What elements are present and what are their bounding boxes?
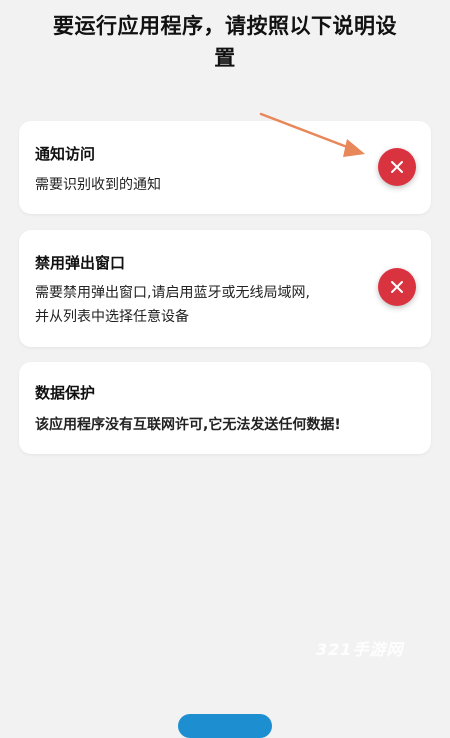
notification-access-toggle-button[interactable] (378, 148, 416, 186)
card-description: 需要识别收到的通知 (35, 177, 161, 193)
card-description: 该应用程序没有互联网许可,它无法发送任何数据! (35, 417, 341, 433)
page-title: 要运行应用程序，请按照以下说明设 置 (40, 10, 410, 74)
close-icon (391, 161, 403, 173)
card-description: 需要禁用弹出窗口,请启用蓝牙或无线局域网, 并从列表中选择任意设备 (35, 281, 310, 329)
card-description-line: 需要禁用弹出窗口,请启用蓝牙或无线局域网, (35, 285, 310, 301)
data-protection-card: 数据保护 该应用程序没有互联网许可,它无法发送任何数据! (19, 362, 431, 454)
card-title: 通知访问 (35, 145, 96, 163)
bottom-action-button[interactable] (178, 714, 272, 738)
page-title-line-1: 要运行应用程序，请按照以下说明设 (53, 14, 397, 38)
watermark: 321手游网 (316, 640, 404, 659)
disable-popups-toggle-button[interactable] (378, 268, 416, 306)
disable-popups-card: 禁用弹出窗口 需要禁用弹出窗口,请启用蓝牙或无线局域网, 并从列表中选择任意设备 (19, 230, 431, 347)
close-icon (391, 281, 403, 293)
pointer-arrow-icon (259, 112, 365, 157)
card-title: 数据保护 (35, 384, 96, 402)
card-title: 禁用弹出窗口 (35, 254, 126, 272)
card-description-line: 并从列表中选择任意设备 (35, 309, 189, 325)
page-title-line-2: 置 (214, 46, 236, 70)
